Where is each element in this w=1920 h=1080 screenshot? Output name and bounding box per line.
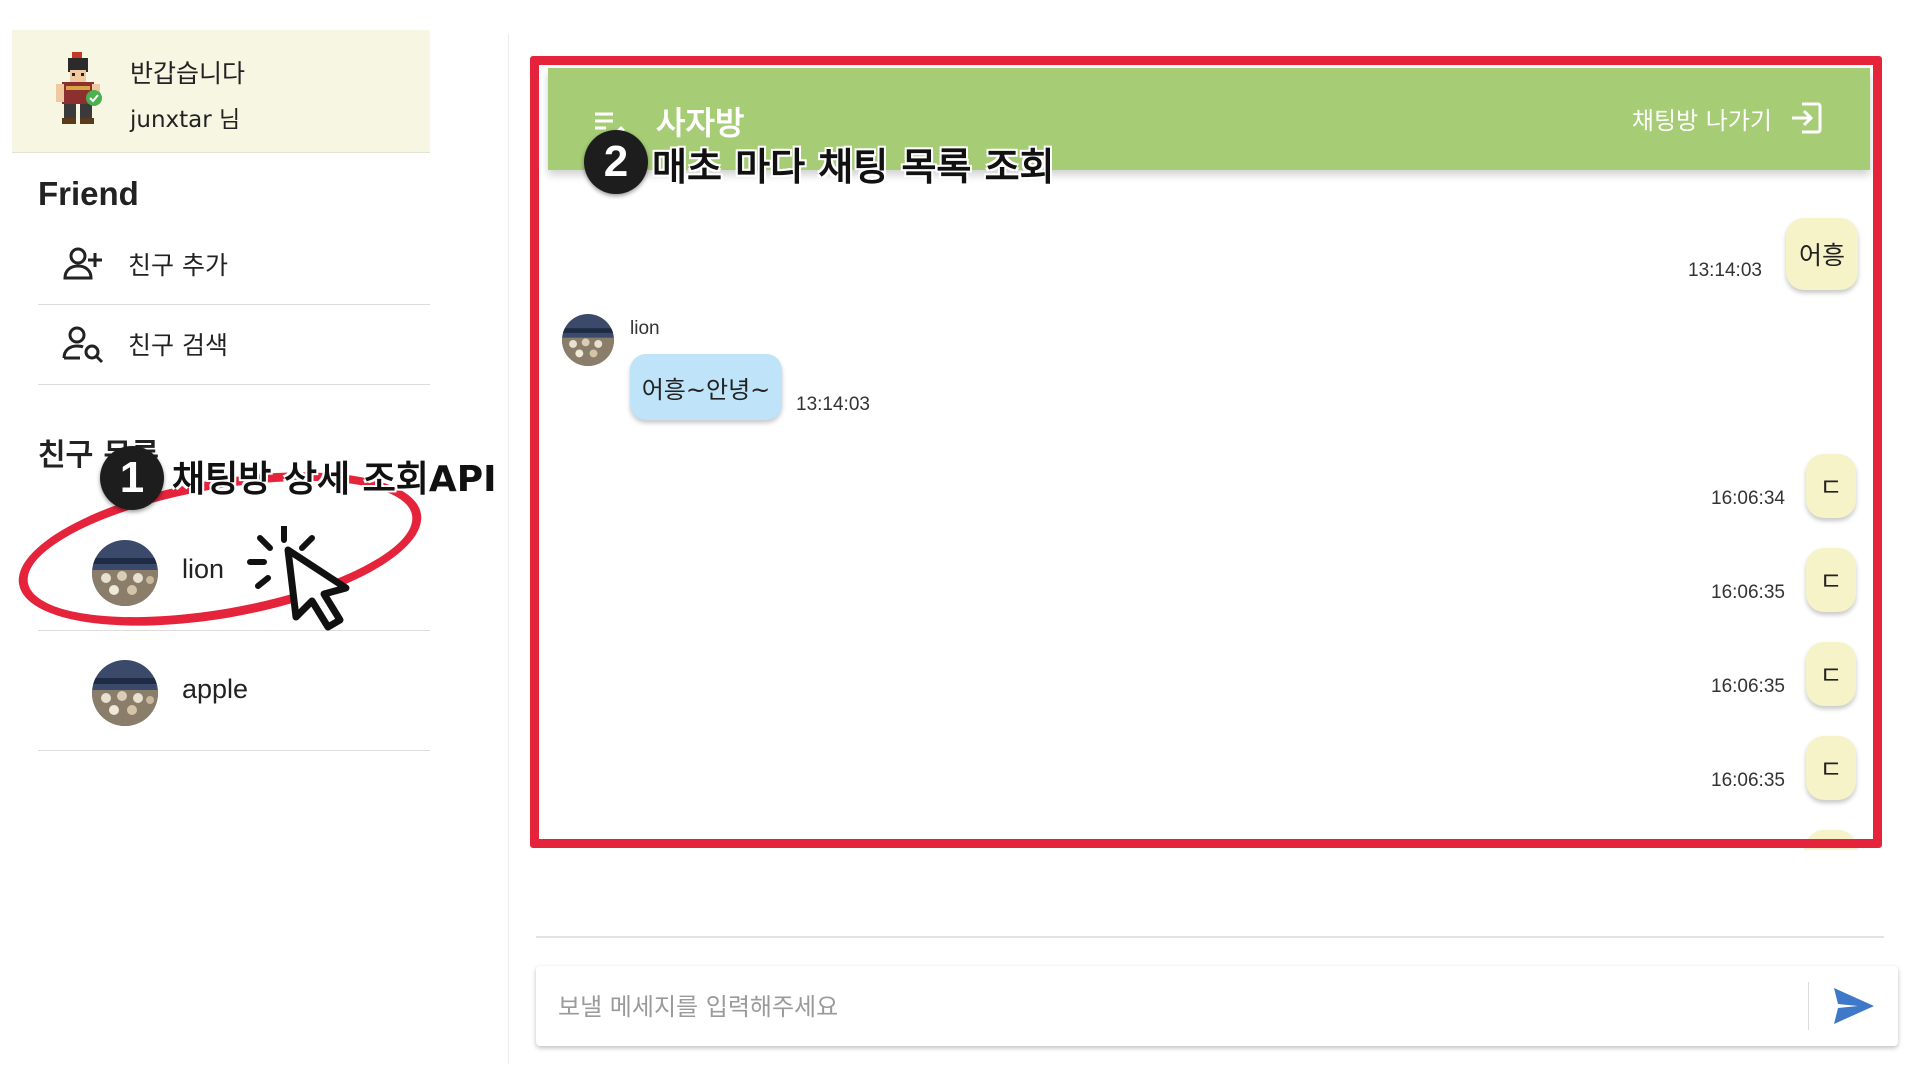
my-message-bubble: ㄷ xyxy=(1806,548,1856,612)
friend-name: lion xyxy=(182,554,225,584)
annotation-text-1: 채팅방 상세 조회API xyxy=(172,459,497,500)
menu-item-add-friend[interactable]: 친구 추가 xyxy=(38,224,430,305)
message-input-bar xyxy=(536,966,1898,1046)
send-icon[interactable] xyxy=(1828,980,1880,1032)
my-message-bubble: ㄷ xyxy=(1806,736,1856,800)
menu-item-label: 친구 추가 xyxy=(128,251,228,280)
leave-room-label: 채팅방 나가기 xyxy=(1631,106,1772,135)
input-divider xyxy=(536,936,1884,938)
leave-room-button[interactable]: 채팅방 나가기 xyxy=(1632,100,1824,136)
greeting-text: 반갑습니다 xyxy=(130,59,246,88)
my-message-bubble: ㄷ xyxy=(1806,454,1856,518)
other-message-bubble: 어흥~안녕~ xyxy=(630,354,782,420)
message-time: 16:06:35 xyxy=(1711,770,1785,791)
section-title-friend: Friend xyxy=(38,175,139,212)
annotation-text-2: 매초 마다 채팅 목록 조회 xyxy=(652,145,1055,189)
annotation-badge-1: 1 xyxy=(100,446,164,510)
panel-divider xyxy=(508,34,509,1064)
user-avatar-icon xyxy=(56,52,102,124)
sender-name: lion xyxy=(630,318,660,339)
message-input[interactable] xyxy=(556,978,1800,1036)
input-separator xyxy=(1808,982,1809,1030)
message-time: 16:06:34 xyxy=(1711,488,1785,509)
sender-avatar xyxy=(562,314,614,366)
user-name: junxtar 님 xyxy=(130,107,241,133)
person-search-icon xyxy=(62,326,104,364)
logout-icon xyxy=(1792,102,1822,134)
friend-name: apple xyxy=(182,674,249,704)
annotation-badge-2: 2 xyxy=(584,130,648,194)
message-time: 13:14:03 xyxy=(1688,260,1762,281)
my-message-bubble-partial xyxy=(1806,830,1856,850)
message-time: 16:06:35 xyxy=(1711,676,1785,697)
cursor-click-icon xyxy=(247,526,350,631)
menu-item-label: 친구 검색 xyxy=(128,331,228,360)
person-add-icon xyxy=(63,247,102,280)
friend-item-apple[interactable]: apple xyxy=(38,630,430,751)
sidebar: 반갑습니다 junxtar 님 Friend 친구 추가 친구 검색 친구 목록 xyxy=(12,30,430,751)
avatar xyxy=(92,540,158,606)
my-message-bubble: ㄷ xyxy=(1806,642,1856,706)
my-message-bubble: 어흥 xyxy=(1786,218,1858,290)
user-card: 반갑습니다 junxtar 님 xyxy=(12,30,430,153)
message-time: 16:06:35 xyxy=(1711,582,1785,603)
message-time: 13:14:03 xyxy=(796,394,870,415)
avatar xyxy=(92,660,158,726)
menu-item-search-friend[interactable]: 친구 검색 xyxy=(38,304,430,385)
